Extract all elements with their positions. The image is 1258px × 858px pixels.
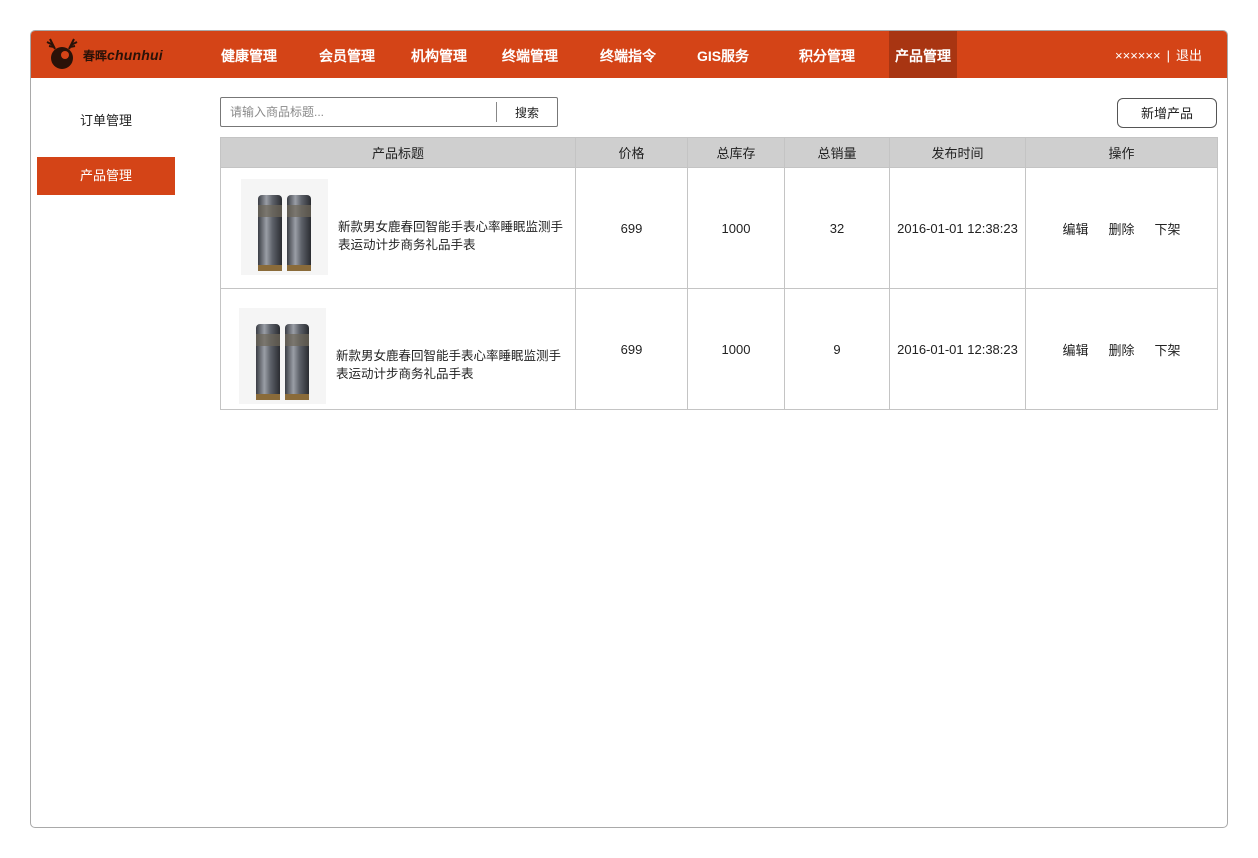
sales-cell: 9 xyxy=(784,288,890,410)
unlist-button[interactable]: 下架 xyxy=(1155,219,1181,238)
unlist-button[interactable]: 下架 xyxy=(1155,340,1181,359)
deer-logo-icon xyxy=(46,38,78,69)
sales-cell: 32 xyxy=(784,167,890,289)
column-header-sales: 总销量 xyxy=(784,137,890,168)
product-title-cell: 新款男女鹿春回智能手表心率睡眠监测手表运动计步商务礼品手表 xyxy=(220,288,576,410)
sidebar-item-orders[interactable]: 订单管理 xyxy=(37,102,175,140)
product-image[interactable] xyxy=(239,308,326,404)
search-input[interactable] xyxy=(221,98,500,126)
product-table: 产品标题 价格 总库存 总销量 发布时间 操作 新款男女鹿春回智能手表心率睡眠监… xyxy=(220,137,1218,410)
table-header-row: 产品标题 价格 总库存 总销量 发布时间 操作 xyxy=(220,137,1218,168)
product-title-cell: 新款男女鹿春回智能手表心率睡眠监测手表运动计步商务礼品手表 xyxy=(220,167,576,289)
edit-button[interactable]: 编辑 xyxy=(1062,340,1088,359)
brand-name-en: chunhui xyxy=(107,47,163,63)
column-header-published: 发布时间 xyxy=(889,137,1026,168)
nav-health-management[interactable]: 健康管理 xyxy=(214,31,284,78)
brand-logo[interactable]: 春晖chunhui xyxy=(45,37,175,71)
column-header-title: 产品标题 xyxy=(220,137,576,168)
top-navigation-bar: 春晖chunhui 健康管理 会员管理 机构管理 终端管理 终端指令 GIS服务… xyxy=(31,31,1227,78)
stock-cell: 1000 xyxy=(687,288,785,410)
brand-name-cn: 春晖 xyxy=(83,49,108,63)
product-title[interactable]: 新款男女鹿春回智能手表心率睡眠监测手表运动计步商务礼品手表 xyxy=(338,218,564,254)
search-button[interactable]: 搜索 xyxy=(497,98,557,126)
user-separator: | xyxy=(1166,48,1170,63)
product-thumbnail-icon xyxy=(241,179,328,275)
delete-button[interactable]: 删除 xyxy=(1108,340,1134,359)
product-thumbnail-icon xyxy=(239,308,326,404)
price-cell: 699 xyxy=(575,167,688,289)
nav-institution-management[interactable]: 机构管理 xyxy=(404,31,474,78)
nav-terminal-commands[interactable]: 终端指令 xyxy=(593,31,663,78)
brand-name: 春晖chunhui xyxy=(83,47,163,64)
published-cell: 2016-01-01 12:38:23 xyxy=(889,288,1026,410)
add-product-button[interactable]: 新增产品 xyxy=(1117,98,1217,128)
table-row: 新款男女鹿春回智能手表心率睡眠监测手表运动计步商务礼品手表 699 1000 9… xyxy=(220,288,1218,410)
actions-cell: 编辑 删除 下架 xyxy=(1025,288,1218,410)
sidebar-item-products[interactable]: 产品管理 xyxy=(37,157,175,195)
price-cell: 699 xyxy=(575,288,688,410)
nav-product-management[interactable]: 产品管理 xyxy=(889,31,957,78)
edit-button[interactable]: 编辑 xyxy=(1062,219,1088,238)
table-row: 新款男女鹿春回智能手表心率睡眠监测手表运动计步商务礼品手表 699 1000 3… xyxy=(220,167,1218,289)
column-header-price: 价格 xyxy=(575,137,688,168)
product-title[interactable]: 新款男女鹿春回智能手表心率睡眠监测手表运动计步商务礼品手表 xyxy=(336,347,562,383)
app-window: 春晖chunhui 健康管理 会员管理 机构管理 终端管理 终端指令 GIS服务… xyxy=(30,30,1228,828)
nav-terminal-management[interactable]: 终端管理 xyxy=(495,31,565,78)
stock-cell: 1000 xyxy=(687,167,785,289)
logout-link[interactable]: 退出 xyxy=(1176,48,1202,63)
user-area: ×××××× | 退出 xyxy=(1115,31,1202,78)
delete-button[interactable]: 删除 xyxy=(1108,219,1134,238)
search-box: 搜索 xyxy=(220,97,558,127)
nav-member-management[interactable]: 会员管理 xyxy=(312,31,382,78)
column-header-stock: 总库存 xyxy=(687,137,785,168)
actions-cell: 编辑 删除 下架 xyxy=(1025,167,1218,289)
product-image[interactable] xyxy=(241,179,328,275)
nav-gis-service[interactable]: GIS服务 xyxy=(688,31,758,78)
username: ×××××× xyxy=(1115,48,1161,63)
published-cell: 2016-01-01 12:38:23 xyxy=(889,167,1026,289)
column-header-actions: 操作 xyxy=(1025,137,1218,168)
nav-points-management[interactable]: 积分管理 xyxy=(792,31,862,78)
